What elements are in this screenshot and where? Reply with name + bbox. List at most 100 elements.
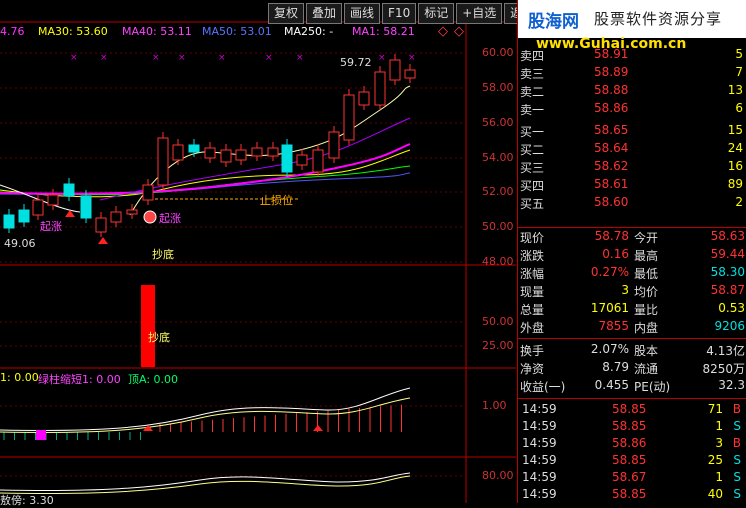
tick-time: 14:59 xyxy=(522,487,557,501)
orderbook-row[interactable]: 买四 58.61 89 xyxy=(518,176,746,194)
fuquan-button[interactable]: 复权 xyxy=(268,3,305,24)
orderbook-label: 买四 xyxy=(520,179,545,193)
svg-text:×: × xyxy=(100,53,108,63)
tick-price: 58.67 xyxy=(612,470,647,484)
quote-panel: 股海网 股票软件资源分享 www.Guhai.com.cn 卖四 58.91 5… xyxy=(517,0,746,503)
chaodi-label: 抄底 xyxy=(152,248,174,261)
tick-volume: 1 xyxy=(715,419,723,433)
svg-text:×: × xyxy=(378,53,386,63)
orderbook-row[interactable]: 卖三 58.89 7 xyxy=(518,64,746,82)
orderbook-volume: 13 xyxy=(727,83,743,97)
tick-volume: 25 xyxy=(707,453,723,467)
orderbook-label: 卖一 xyxy=(520,103,545,117)
candle xyxy=(220,149,232,163)
svg-text:×: × xyxy=(296,53,304,63)
overlay-button[interactable]: 叠加 xyxy=(306,3,343,24)
orderbook-row[interactable]: 卖四 58.91 5 xyxy=(518,46,746,64)
tick-row[interactable]: 14:59 58.67 1 S xyxy=(518,469,746,487)
stat-value-2: 58.63 xyxy=(710,229,745,243)
price-axis-label: 58.00 xyxy=(482,81,514,94)
candle xyxy=(312,149,324,173)
fund-row: 净资 8.79 流通 8250万 xyxy=(518,359,746,377)
candle xyxy=(47,194,59,206)
legend-ma1: MA1: 58.21 xyxy=(352,25,415,38)
candle xyxy=(126,209,138,215)
stat-value-2: 9206 xyxy=(714,319,745,333)
price-axis-label: 50.00 xyxy=(482,220,514,233)
stat-label-2: 最低 xyxy=(634,267,659,281)
orderbook-row[interactable]: 买三 58.62 16 xyxy=(518,158,746,176)
orderbook-volume: 2 xyxy=(735,195,743,209)
candle xyxy=(95,217,107,233)
candle xyxy=(142,184,154,201)
tick-price: 58.85 xyxy=(612,487,647,501)
stat-value-2: 58.87 xyxy=(710,283,745,297)
orderbook-volume: 7 xyxy=(735,65,743,79)
stat-label: 总量 xyxy=(520,303,545,317)
tick-time: 14:59 xyxy=(522,453,557,467)
candle xyxy=(296,154,308,166)
orderbook-row[interactable]: 买五 58.60 2 xyxy=(518,194,746,212)
stat-label-2: 量比 xyxy=(634,303,659,317)
orderbook-label: 买一 xyxy=(520,125,545,139)
stat-label: 现量 xyxy=(520,285,545,299)
orderbook-label: 买五 xyxy=(520,197,545,211)
add-favorite-button[interactable]: +自选 xyxy=(456,3,503,24)
mark-button[interactable]: 标记 xyxy=(418,3,455,24)
stat-row: 总量 17061 量比 0.53 xyxy=(518,300,746,318)
fund-value-2: 32.3 xyxy=(718,378,745,392)
tick-row[interactable]: 14:59 58.85 71 B xyxy=(518,401,746,419)
candle xyxy=(204,147,216,159)
orderbook-volume: 89 xyxy=(727,177,743,191)
tick-price: 58.85 xyxy=(612,402,647,416)
stat-row: 现量 3 均价 58.87 xyxy=(518,282,746,300)
ind1-axis-label: 1.00 xyxy=(482,399,507,412)
kline-chart-area[interactable]: ××× ××× ××× 复权 叠加 画线 F10 标记 +自选 返回 4.76 … xyxy=(0,0,541,507)
legend-ma50: MA50: 53.01 xyxy=(202,25,272,38)
orderbook-volume: 24 xyxy=(727,141,743,155)
orderbook-row[interactable]: 卖一 58.86 6 xyxy=(518,100,746,118)
diamond-icon[interactable]: ◇ xyxy=(438,24,448,39)
tick-price: 58.85 xyxy=(612,419,647,433)
ind1-value-c: 顶A: 0.00 xyxy=(128,373,179,386)
tick-volume: 71 xyxy=(707,402,723,416)
fund-value-2: 8250万 xyxy=(702,362,745,376)
tick-side: S xyxy=(733,470,741,484)
orderbook-label: 卖二 xyxy=(520,85,545,99)
candle xyxy=(63,183,75,197)
kline-chart-svg[interactable]: × × × × × × × × × xyxy=(0,0,516,503)
candle xyxy=(32,199,44,216)
ind2-value: 敖傍: 3.30 xyxy=(0,494,54,507)
stat-row: 涨幅 0.27% 最低 58.30 xyxy=(518,264,746,282)
tick-row[interactable]: 14:59 58.85 40 S xyxy=(518,486,746,504)
orderbook-row[interactable]: 买二 58.64 24 xyxy=(518,140,746,158)
fund-row: 收益(一) 0.455 PE(动) 32.3 xyxy=(518,377,746,395)
tick-price: 58.85 xyxy=(612,453,647,467)
orderbook-price: 58.88 xyxy=(594,83,629,97)
orderbook-volume: 5 xyxy=(735,47,743,61)
orderbook-row[interactable]: 卖二 58.88 13 xyxy=(518,82,746,100)
orderbook-row[interactable]: 买一 58.65 15 xyxy=(518,122,746,140)
price-axis-label: 54.00 xyxy=(482,151,514,164)
tick-row[interactable]: 14:59 58.85 25 S xyxy=(518,452,746,470)
svg-text:×: × xyxy=(265,53,273,63)
candle xyxy=(172,144,184,161)
watermark-logo: 股海网 xyxy=(528,12,579,32)
orderbook-price: 58.61 xyxy=(594,177,629,191)
orderbook-label: 卖四 xyxy=(520,49,545,63)
stat-label: 涨幅 xyxy=(520,267,545,281)
tick-row[interactable]: 14:59 58.86 3 B xyxy=(518,435,746,453)
f10-button[interactable]: F10 xyxy=(382,3,417,24)
stat-row: 外盘 7855 内盘 9206 xyxy=(518,318,746,336)
tick-volume: 3 xyxy=(715,436,723,450)
fund-row: 换手 2.07% 股本 4.13亿 xyxy=(518,341,746,359)
watermark-slogan: 股票软件资源分享 xyxy=(594,10,723,28)
orderbook-price: 58.89 xyxy=(594,65,629,79)
candle xyxy=(358,91,370,106)
high-price-label: 59.72 xyxy=(340,56,372,69)
collapse-icon[interactable]: ◇ xyxy=(454,24,464,39)
tick-row[interactable]: 14:59 58.85 1 S xyxy=(518,418,746,436)
draw-line-button[interactable]: 画线 xyxy=(344,3,381,24)
fund-label-2: 流通 xyxy=(634,362,659,376)
legend-ma-first: 4.76 xyxy=(0,25,25,38)
